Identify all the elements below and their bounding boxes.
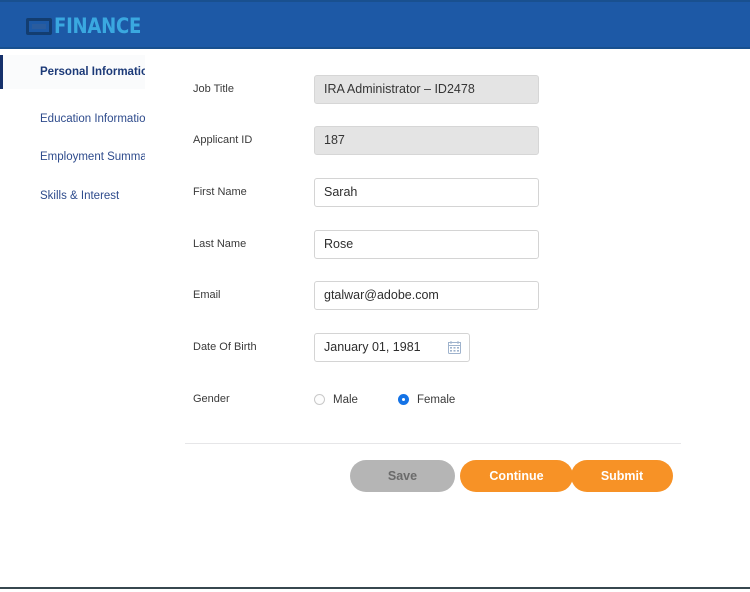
calendar-icon[interactable] — [448, 341, 461, 354]
save-button[interactable]: Save — [350, 460, 455, 492]
radio-label: Female — [416, 393, 456, 406]
last-name-input[interactable]: Rose — [314, 230, 539, 259]
email-field[interactable]: gtalwar@adobe.com — [314, 281, 539, 310]
form-divider — [185, 443, 681, 444]
app-header: FINANCE — [0, 0, 750, 49]
sidebar-nav: Personal Information Education Informati… — [0, 55, 145, 235]
first-name-input[interactable]: Sarah — [314, 178, 539, 207]
brand-logo[interactable]: FINANCE — [26, 13, 155, 39]
sidebar-item-label: Education Information — [40, 113, 145, 125]
sidebar-item-label: Employment Summary — [40, 151, 145, 163]
radio-label: Male — [333, 393, 358, 406]
form-row-last-name: Last Name Rose — [193, 230, 693, 260]
radio-unchecked-icon — [314, 394, 325, 405]
form-row-first-name: First Name Sarah — [193, 178, 693, 208]
sidebar-item-label: Personal Information — [40, 66, 145, 78]
field-label: Email — [193, 289, 221, 301]
gender-radio-male[interactable]: Male — [314, 394, 358, 406]
form-row-gender: Gender Male Female — [193, 385, 693, 415]
field-label: Job Title — [193, 83, 234, 95]
sidebar-item-label: Skills & Interest — [40, 190, 120, 202]
field-label: Last Name — [193, 238, 247, 250]
field-label: Applicant ID — [193, 134, 253, 146]
sidebar-item-education-information[interactable]: Education Information — [0, 102, 145, 136]
applicant-id-input[interactable]: 187 — [314, 126, 539, 155]
bottom-rule — [0, 587, 750, 589]
continue-button[interactable]: Continue — [460, 460, 573, 492]
job-title-input[interactable]: IRA Administrator – ID2478 — [314, 75, 539, 104]
sidebar-item-employment-summary[interactable]: Employment Summary — [0, 140, 145, 174]
square-logo-mark-icon — [26, 17, 52, 35]
field-label: First Name — [193, 186, 247, 198]
form-action-bar: Save Continue Submit — [185, 460, 681, 493]
form-row-applicant-id: Applicant ID 187 — [193, 126, 693, 156]
gender-radio-group: Male Female — [314, 385, 495, 414]
sidebar-item-skills-interest[interactable]: Skills & Interest — [0, 179, 145, 213]
gender-radio-female[interactable]: Female — [397, 393, 456, 406]
submit-button[interactable]: Submit — [571, 460, 673, 492]
field-label: Date Of Birth — [193, 341, 257, 353]
form-row-job-title: Job Title IRA Administrator – ID2478 — [193, 75, 693, 105]
form-row-date-of-birth: Date Of Birth January 01, 1981 — [193, 333, 693, 363]
brand-name: FINANCE — [54, 13, 142, 38]
radio-checked-icon — [397, 394, 409, 405]
form-row-email: Email gtalwar@adobe.com — [193, 281, 693, 311]
sidebar-item-personal-information[interactable]: Personal Information — [0, 55, 145, 89]
date-of-birth-input[interactable]: January 01, 1981 — [314, 333, 470, 362]
field-label: Gender — [193, 393, 230, 405]
